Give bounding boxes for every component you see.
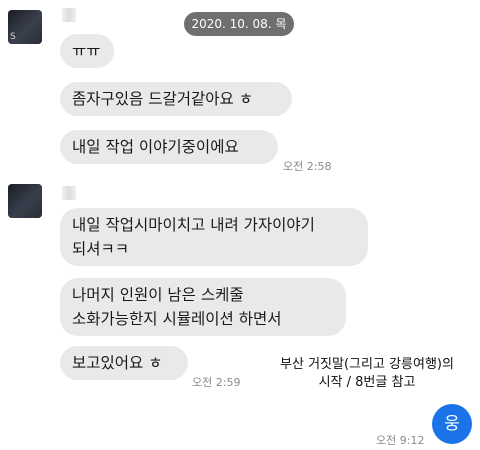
message-bubble[interactable]: 나머지 인원이 남은 스케줄 소화가능한지 시뮬레이션 하면서 [60,278,346,336]
avatar[interactable] [8,184,42,218]
message-bubble[interactable]: 내일 작업시마이치고 내려 가자이야기 되셔ㅋㅋ [60,208,368,266]
avatar[interactable]: S [8,10,42,44]
self-message-bubble[interactable]: 웅 [432,404,472,444]
message-bubble[interactable]: ㅠㅠ [60,34,114,68]
message-time: 오전 2:59 [192,376,241,389]
avatar-letter-icon: S [10,32,16,42]
sender-name-blurred [62,8,76,22]
date-separator: 2020. 10. 08. 목 [184,12,294,36]
self-message-time: 오전 9:12 [376,434,425,447]
overlay-annotation: 부산 거짓말(그리고 강릉여행)의 시작 / 8번글 참고 [280,357,454,390]
message-bubble[interactable]: 보고있어요 ㅎ [60,346,188,380]
message-bubble[interactable]: 좀자구있음 드갈거같아요 ㅎ [60,82,292,116]
message-time: 오전 2:58 [283,160,332,173]
message-bubble[interactable]: 내일 작업 이야기중이에요 [60,130,278,164]
sender-name-blurred [62,186,76,200]
avatar-image [8,184,42,218]
